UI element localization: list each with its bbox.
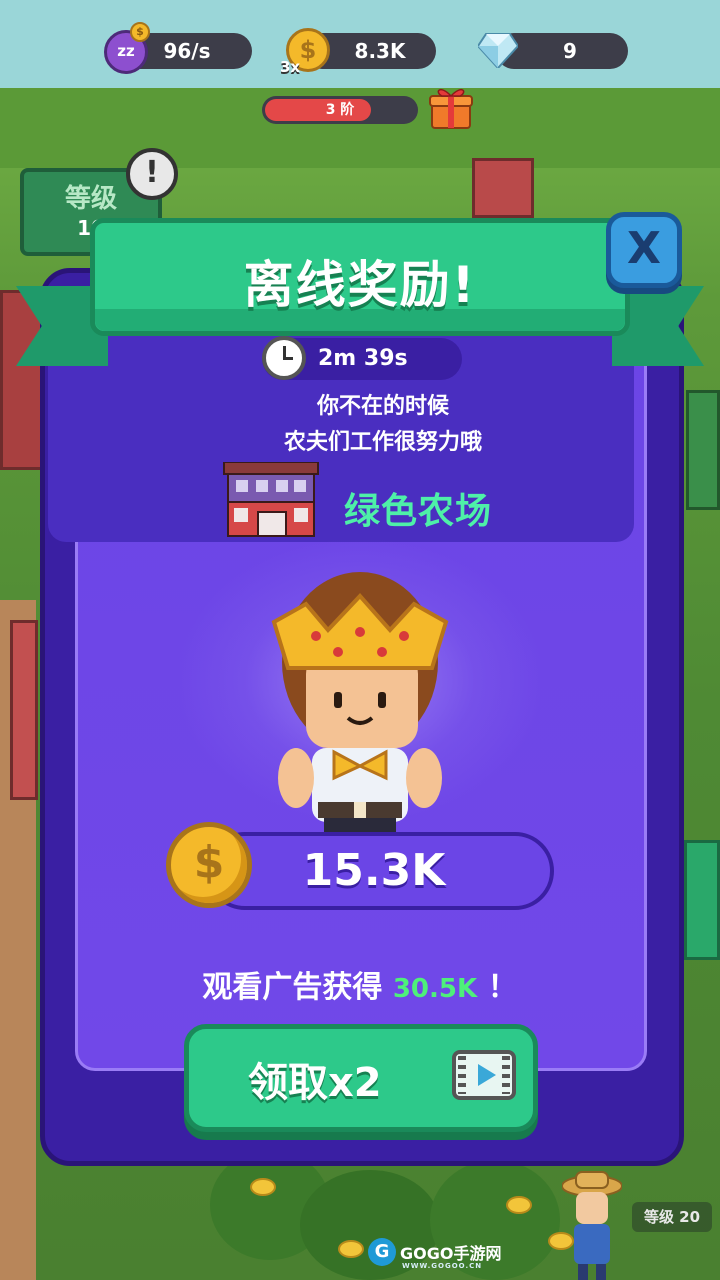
lemon-fruit (250, 1178, 276, 1196)
king-character (271, 572, 449, 842)
income-rate-value: 96/s (163, 39, 211, 63)
farm-name: 绿色农场 (344, 491, 493, 532)
upgrade-panel-edge[interactable] (684, 840, 720, 960)
watermark-text: GOGO手游网 (400, 1244, 502, 1263)
lemon-fruit (506, 1196, 532, 1214)
message-line-2: 农夫们工作很努力哦 (283, 430, 482, 455)
background-truck (10, 620, 38, 800)
farm-building-icon (223, 462, 319, 537)
ad-bonus-text: 观看广告获得 30.5K ！ (90, 962, 630, 1006)
alert-icon[interactable]: ! (126, 148, 178, 200)
ad-bonus-suffix: ！ (487, 970, 518, 1005)
coin-multiplier: 3x (280, 58, 301, 76)
coin-balance-value: 8.3K (354, 39, 406, 63)
mini-coin-icon: $ (130, 22, 150, 42)
site-watermark: G GOGO手游网 WWW.GOGOO.CN (368, 1236, 502, 1270)
claim-double-label[interactable]: 领取x2 (248, 1050, 382, 1108)
clock-hand (283, 357, 293, 360)
background-shed (686, 390, 720, 510)
farmer-character (562, 1171, 622, 1280)
play-icon (478, 1064, 496, 1086)
watermark-logo-icon: G (368, 1238, 396, 1266)
message-line-1: 你不在的时候 (316, 394, 449, 419)
video-ad-icon[interactable] (452, 1050, 516, 1100)
title-ribbon: 离线奖励! (90, 218, 630, 336)
close-button[interactable]: X (606, 212, 682, 288)
ad-bonus-amount: 30.5K (392, 974, 478, 1004)
dialog-title: 离线奖励! (243, 256, 477, 314)
film-strip (458, 1056, 466, 1094)
offline-duration: 2m 39s (318, 346, 408, 371)
coin-icon: $ (166, 822, 252, 908)
ad-bonus-prefix: 观看广告获得 (202, 970, 383, 1005)
gift-box-icon[interactable] (428, 84, 474, 130)
reward-amount: 15.3K (302, 845, 446, 896)
film-strip (502, 1056, 510, 1094)
gem-balance-value: 9 (563, 39, 577, 63)
lemon-fruit (338, 1240, 364, 1258)
tier-label: 3 阶 (325, 102, 355, 118)
background-building (472, 158, 534, 218)
level-badge: 等级 20 (632, 1202, 712, 1232)
watermark-subtext: WWW.GOGOO.CN (402, 1262, 483, 1270)
tier-progress-bar: 3 阶 (262, 96, 418, 124)
clock-icon (262, 336, 306, 380)
diamond-icon (478, 33, 518, 68)
